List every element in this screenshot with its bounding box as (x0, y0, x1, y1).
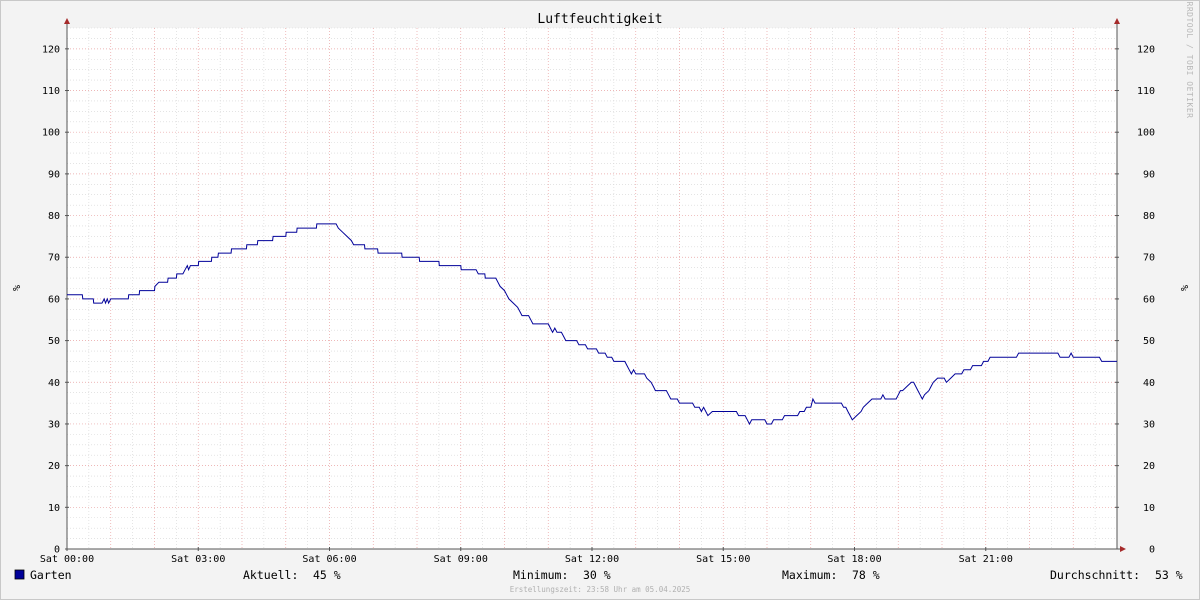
y-tick-label-left: 70 (48, 253, 60, 264)
chart-title: Luftfeuchtigkeit (537, 12, 662, 27)
y-tick-label-right: 60 (1143, 294, 1155, 305)
x-tick-label: Sat 06:00 (302, 554, 356, 565)
y-tick-label-left: 80 (48, 211, 60, 222)
creation-time: Erstellungszeit: 23:58 Uhr am 05.04.2025 (510, 585, 691, 594)
legend-series-name: Garten (30, 568, 72, 582)
x-tick-label: Sat 21:00 (959, 554, 1013, 565)
y-tick-label-left: 10 (48, 503, 60, 514)
y-tick-label-left: 90 (48, 169, 60, 180)
y-tick-label-left: 120 (42, 44, 60, 55)
legend-current-label: Aktuell: (243, 568, 298, 582)
x-axis-arrow (1120, 546, 1126, 552)
watermark: RRDTOOL / TOBI OETIKER (1185, 2, 1194, 119)
x-tick-label: Sat 00:00 (40, 554, 94, 565)
y-tick-label-right: 100 (1137, 128, 1155, 139)
y-tick-label-left: 60 (48, 294, 60, 305)
y-tick-label-left: 110 (42, 86, 60, 97)
legend-avg-label: Durchschnitt: (1050, 568, 1140, 582)
legend-max-value: 78 % (852, 568, 880, 582)
legend-current-value: 45 % (313, 568, 341, 582)
grid (67, 27, 1117, 549)
y-tick-label-right: 30 (1143, 419, 1155, 430)
y-tick-label-left: 40 (48, 378, 60, 389)
y-tick-label-right: 40 (1143, 378, 1155, 389)
y-tick-label-right: 50 (1143, 336, 1155, 347)
y-tick-label-right: 70 (1143, 253, 1155, 264)
x-tick-label: Sat 15:00 (696, 554, 750, 565)
legend: Garten Aktuell: 45 % Minimum: 30 % Maxim… (14, 568, 1183, 582)
y-axis-label-left: % (10, 285, 21, 291)
y-tick-label-right: 0 (1149, 545, 1155, 556)
y-tick-label-right: 110 (1137, 86, 1155, 97)
y-axis-label-right: % (1178, 285, 1189, 291)
legend-min-value: 30 % (583, 568, 611, 582)
legend-max-label: Maximum: (782, 568, 837, 582)
x-tick-label: Sat 18:00 (827, 554, 881, 565)
legend-avg-value: 53 % (1155, 568, 1183, 582)
x-ticks: Sat 00:00 Sat 03:00 Sat 06:00 Sat 09:00 Sat … (40, 547, 1013, 565)
y-tick-label-right: 80 (1143, 211, 1155, 222)
y-tick-label-right: 20 (1143, 461, 1155, 472)
y-tick-label-right: 90 (1143, 169, 1155, 180)
y-tick-label-left: 30 (48, 419, 60, 430)
humidity-chart: Luftfeuchtigkeit % % RRDTOOL / TOBI OETI… (10, 2, 1194, 594)
y-tick-label-right: 10 (1143, 503, 1155, 514)
y-tick-label-left: 100 (42, 128, 60, 139)
y-axis-arrow-left (64, 18, 70, 24)
y-tick-label-right: 120 (1137, 44, 1155, 55)
legend-min-label: Minimum: (513, 568, 568, 582)
y-axis-arrow-right (1114, 18, 1120, 24)
legend-swatch (14, 569, 25, 580)
x-tick-label: Sat 09:00 (434, 554, 488, 565)
y-tick-label-left: 20 (48, 461, 60, 472)
y-tick-label-left: 50 (48, 336, 60, 347)
x-tick-label: Sat 03:00 (171, 554, 225, 565)
x-tick-label: Sat 12:00 (565, 554, 619, 565)
